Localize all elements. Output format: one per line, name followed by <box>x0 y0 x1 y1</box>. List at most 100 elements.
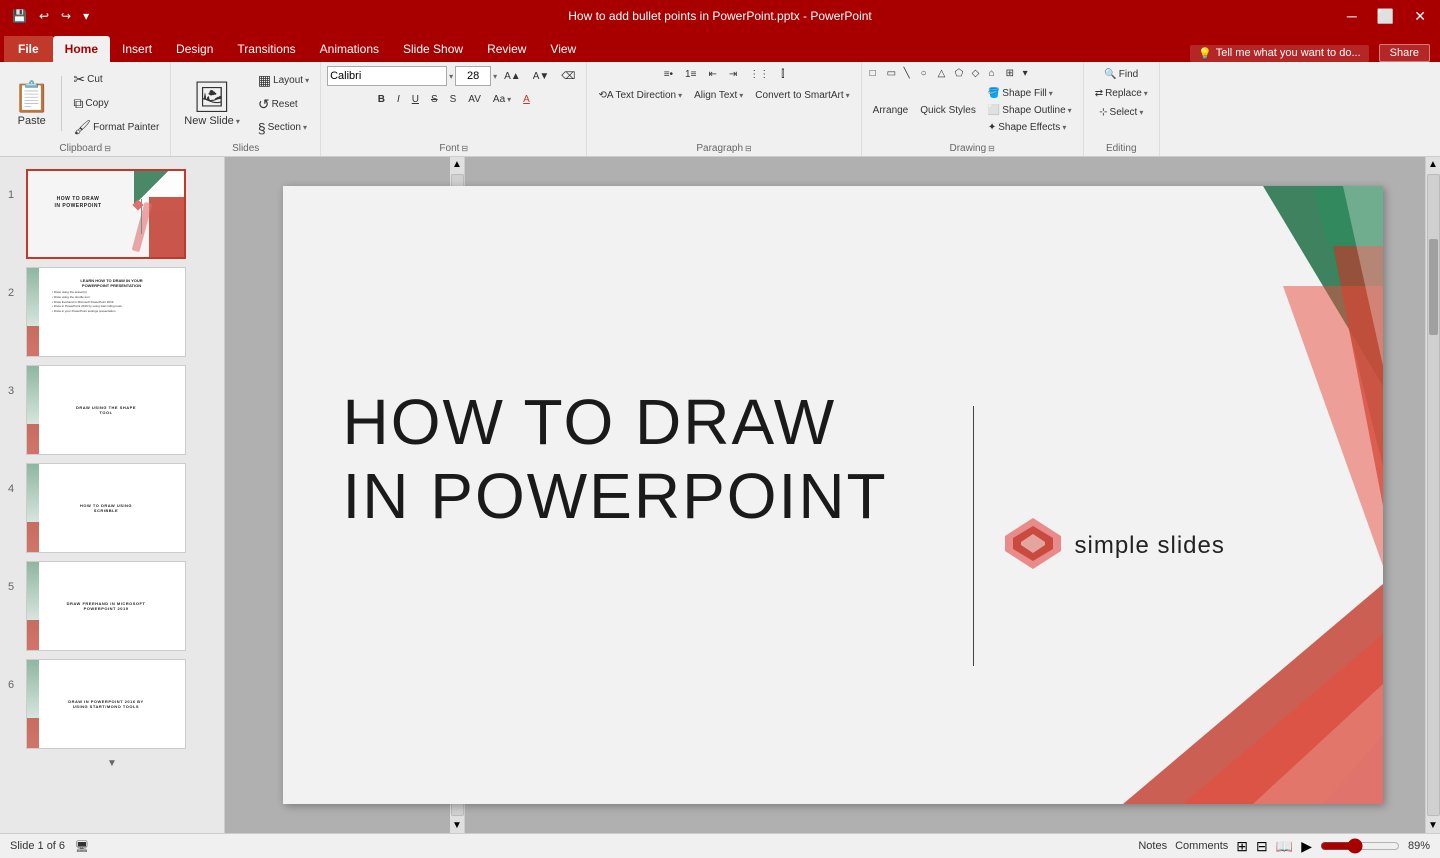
shape-3[interactable]: ╲ <box>902 66 918 81</box>
scroll-up-button[interactable]: ▲ <box>450 157 465 172</box>
section-button[interactable]: § Section ▾ <box>253 117 314 139</box>
slide-main-title[interactable]: HOW TO DRAW IN POWERPOINT <box>343 386 943 533</box>
shape-5[interactable]: △ <box>936 66 952 81</box>
smartart-button[interactable]: ⋮⋮ <box>744 66 774 83</box>
normal-view-button[interactable]: ⊞ <box>1236 838 1248 855</box>
minimize-button[interactable]: ─ <box>1341 6 1363 26</box>
decrease-font-button[interactable]: A▼ <box>528 68 555 85</box>
clear-format-button[interactable]: ⌫ <box>556 68 580 85</box>
tab-design[interactable]: Design <box>164 36 225 62</box>
text-direction-button[interactable]: ⟲A Text Direction ▾ <box>593 87 687 104</box>
tab-insert[interactable]: Insert <box>110 36 164 62</box>
tab-review[interactable]: Review <box>475 36 538 62</box>
save-button[interactable]: 💾 <box>8 7 31 25</box>
italic-button[interactable]: I <box>392 91 405 108</box>
shape-9[interactable]: ⊞ <box>1004 66 1020 81</box>
shape-8[interactable]: ⌂ <box>987 66 1003 81</box>
paste-button[interactable]: 📋 Paste <box>6 76 57 131</box>
replace-button[interactable]: ⇄ Replace ▾ <box>1090 85 1153 102</box>
slide-thumb-3[interactable]: 3 DRAW USING THE SHAPETOOL <box>0 361 224 459</box>
arrange-button[interactable]: Arrange <box>868 102 914 119</box>
font-name-input[interactable] <box>327 66 447 86</box>
shape-7[interactable]: ◇ <box>970 66 986 81</box>
notes-button[interactable]: Notes <box>1138 840 1167 852</box>
font-color-button[interactable]: A <box>518 91 535 108</box>
increase-font-button[interactable]: A▲ <box>499 68 526 85</box>
reset-icon: ↺ <box>258 96 270 113</box>
copy-button[interactable]: ⧉ Copy <box>68 92 164 115</box>
shape-2[interactable]: ▭ <box>885 66 901 81</box>
tab-view[interactable]: View <box>538 36 588 62</box>
increase-indent-button[interactable]: ⇥ <box>724 66 742 83</box>
drawing-expand-icon[interactable]: ⊟ <box>988 144 995 153</box>
slideshow-button[interactable]: ▶ <box>1301 838 1312 855</box>
drawing-group: □ ▭ ╲ ○ △ ⬠ ◇ ⌂ ⊞ ▾ Arrange Quick Styles <box>862 62 1084 156</box>
clipboard-expand-icon[interactable]: ⊟ <box>104 144 111 153</box>
reading-view-button[interactable]: 📖 <box>1276 838 1293 855</box>
right-scroll-down[interactable]: ▼ <box>1426 818 1440 833</box>
underline-button[interactable]: U <box>407 91 424 108</box>
numbering-button[interactable]: 1≡ <box>680 66 701 83</box>
slide-thumb-5[interactable]: 5 DRAW FREEHAND IN MICROSOFTPOWERPOINT 2… <box>0 557 224 655</box>
font-size-input[interactable] <box>455 66 491 86</box>
slide-preview-3: DRAW USING THE SHAPETOOL <box>26 365 186 455</box>
shape-effects-button[interactable]: ✦Shape Effects▾ <box>983 119 1077 136</box>
zoom-slider[interactable] <box>1320 838 1400 854</box>
rect-shape[interactable]: □ <box>868 66 884 81</box>
bullets-button[interactable]: ≡• <box>659 66 678 83</box>
strikethrough-button[interactable]: S <box>426 91 443 108</box>
shape-outline-button[interactable]: ⬜Shape Outline▾ <box>983 102 1077 119</box>
new-slide-button[interactable]: 🖼 New Slide ▾ <box>177 76 247 131</box>
quick-access-toolbar: 💾 ↩ ↪ ▾ <box>8 7 93 25</box>
slide-thumb-6[interactable]: 6 DRAW IN POWERPOINT 2016 BYUSING START/… <box>0 655 224 753</box>
lightbulb-icon: 💡 <box>1198 47 1212 60</box>
slide-thumb-4[interactable]: 4 HOW TO DRAW USINGSCRIBBLE <box>0 459 224 557</box>
right-scroll-thumb[interactable] <box>1429 239 1438 335</box>
convert-smartart-button[interactable]: Convert to SmartArt ▾ <box>750 87 854 104</box>
tab-transitions[interactable]: Transitions <box>225 36 307 62</box>
right-scroll-up[interactable]: ▲ <box>1426 157 1440 172</box>
cut-button[interactable]: ✂ Cut <box>68 68 164 91</box>
shape-fill-button[interactable]: 🪣Shape Fill▾ <box>983 85 1077 102</box>
undo-button[interactable]: ↩ <box>35 7 53 25</box>
reset-button[interactable]: ↺ Reset <box>253 93 314 116</box>
decrease-indent-button[interactable]: ⇤ <box>703 66 721 83</box>
bold-button[interactable]: B <box>373 91 390 108</box>
slide-panel[interactable]: 1 HOW TO DRAWIN POWERPOINT <box>0 157 225 833</box>
redo-button[interactable]: ↪ <box>57 7 75 25</box>
format-painter-button[interactable]: 🖌 Format Painter <box>68 116 164 139</box>
shadow-button[interactable]: S <box>445 91 462 108</box>
customize-qat-button[interactable]: ▾ <box>79 7 93 25</box>
layout-button[interactable]: ▦ Layout ▾ <box>253 69 314 92</box>
slide-thumb-2[interactable]: 2 LEARN HOW TO DRAW IN YOURPOWERPOINT PR… <box>0 263 224 361</box>
case-button[interactable]: Aa▾ <box>488 91 516 108</box>
font-expand-icon[interactable]: ⊟ <box>461 144 468 153</box>
find-button[interactable]: 🔍 Find <box>1099 66 1143 83</box>
comments-button[interactable]: Comments <box>1175 840 1228 852</box>
right-scrollbar[interactable]: ▲ ▼ <box>1425 157 1440 833</box>
find-icon: 🔍 <box>1104 69 1116 80</box>
paragraph-expand-icon[interactable]: ⊟ <box>745 144 752 153</box>
share-button[interactable]: Share <box>1379 44 1430 62</box>
slide-sorter-button[interactable]: ⊟ <box>1256 838 1268 855</box>
slide-thumb-1[interactable]: 1 HOW TO DRAWIN POWERPOINT <box>0 165 224 263</box>
shape-4[interactable]: ○ <box>919 66 935 81</box>
align-text-button[interactable]: Align Text ▾ <box>689 87 748 104</box>
close-button[interactable]: ✕ <box>1408 6 1432 27</box>
window-title: How to add bullet points in PowerPoint.p… <box>568 9 872 23</box>
tab-file[interactable]: File <box>4 36 53 62</box>
restore-button[interactable]: ⬜ <box>1371 6 1400 27</box>
scroll-down-button[interactable]: ▼ <box>450 818 465 833</box>
main-area: 1 HOW TO DRAWIN POWERPOINT <box>0 157 1440 833</box>
columns-button[interactable]: ⫿ <box>776 66 789 83</box>
shape-6[interactable]: ⬠ <box>953 66 969 81</box>
tab-animations[interactable]: Animations <box>308 36 391 62</box>
tab-slideshow[interactable]: Slide Show <box>391 36 475 62</box>
spacing-button[interactable]: AV <box>463 91 486 108</box>
tell-me-input[interactable]: 💡 Tell me what you want to do... <box>1190 45 1369 62</box>
tab-home[interactable]: Home <box>53 36 110 62</box>
select-button[interactable]: ⊹ Select ▾ <box>1094 104 1148 121</box>
new-slide-icon: 🖼 <box>193 80 231 115</box>
more-shapes[interactable]: ▾ <box>1021 66 1037 81</box>
quick-styles-button[interactable]: Quick Styles <box>915 102 981 119</box>
